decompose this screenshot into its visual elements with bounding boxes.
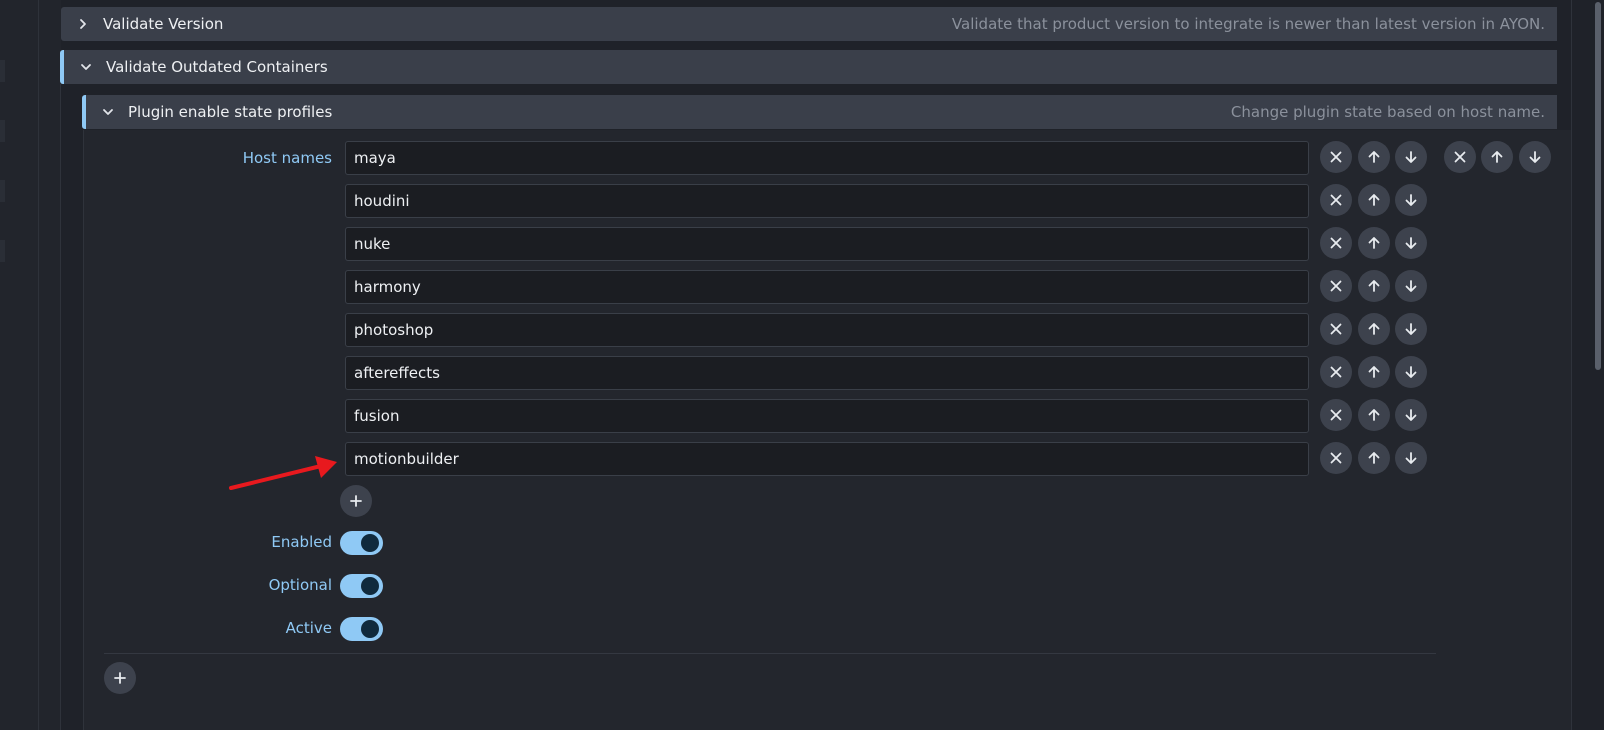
gutter-marker <box>0 180 5 202</box>
enabled-toggle[interactable] <box>340 531 383 555</box>
gutter-marker <box>0 60 5 82</box>
arrow-up-icon <box>1368 323 1380 335</box>
arrow-down-icon <box>1405 194 1417 206</box>
move-host-down-button[interactable] <box>1395 227 1427 259</box>
arrow-down-icon <box>1405 366 1417 378</box>
content-edge <box>1571 0 1572 730</box>
toggle-knob <box>361 534 379 552</box>
move-host-up-button[interactable] <box>1358 442 1390 474</box>
move-profile-down-button[interactable] <box>1519 141 1551 173</box>
arrow-down-icon <box>1405 409 1417 421</box>
section-title: Plugin enable state profiles <box>128 103 333 121</box>
gutter-divider <box>38 0 39 730</box>
gutter-marker <box>0 240 5 262</box>
arrow-up-icon <box>1368 452 1380 464</box>
move-host-down-button[interactable] <box>1395 313 1427 345</box>
host-name-input[interactable] <box>345 227 1309 261</box>
scrollbar-thumb[interactable] <box>1595 2 1601 370</box>
gutter-marker <box>0 120 5 142</box>
toggle-knob <box>361 620 379 638</box>
arrow-up-icon <box>1368 280 1380 292</box>
close-icon <box>1330 151 1342 163</box>
section-title: Validate Outdated Containers <box>106 58 328 76</box>
remove-host-button[interactable] <box>1320 227 1352 259</box>
remove-host-button[interactable] <box>1320 313 1352 345</box>
close-icon <box>1454 151 1466 163</box>
arrow-down-icon <box>1405 151 1417 163</box>
section-description: Change plugin state based on host name. <box>1230 103 1545 121</box>
red-arrow-annotation <box>229 456 337 490</box>
chevron-down-icon <box>78 59 94 75</box>
close-icon <box>1330 452 1342 464</box>
move-profile-up-button[interactable] <box>1481 141 1513 173</box>
host-name-input[interactable] <box>345 442 1309 476</box>
close-icon <box>1330 280 1342 292</box>
move-host-down-button[interactable] <box>1395 442 1427 474</box>
enabled-label: Enabled <box>271 533 332 551</box>
host-name-input[interactable] <box>345 141 1309 175</box>
move-host-down-button[interactable] <box>1395 356 1427 388</box>
active-toggle[interactable] <box>340 617 383 641</box>
host-names-label: Host names <box>242 149 332 167</box>
close-icon <box>1330 237 1342 249</box>
move-host-up-button[interactable] <box>1358 399 1390 431</box>
close-icon <box>1330 366 1342 378</box>
chevron-right-icon <box>75 16 91 32</box>
scrollbar[interactable] <box>1592 0 1604 730</box>
toggle-knob <box>361 577 379 595</box>
move-host-down-button[interactable] <box>1395 399 1427 431</box>
move-host-down-button[interactable] <box>1395 184 1427 216</box>
close-icon <box>1330 194 1342 206</box>
section-title: Validate Version <box>103 15 224 33</box>
move-host-down-button[interactable] <box>1395 141 1427 173</box>
move-host-up-button[interactable] <box>1358 141 1390 173</box>
profile-panel-border <box>83 130 84 730</box>
move-host-up-button[interactable] <box>1358 227 1390 259</box>
arrow-up-icon <box>1368 237 1380 249</box>
add-profile-button[interactable] <box>104 662 136 694</box>
host-name-input[interactable] <box>345 270 1309 304</box>
remove-host-button[interactable] <box>1320 399 1352 431</box>
arrow-up-icon <box>1368 366 1380 378</box>
host-name-input[interactable] <box>345 399 1309 433</box>
move-host-up-button[interactable] <box>1358 356 1390 388</box>
arrow-up-icon <box>1368 194 1380 206</box>
arrow-down-icon <box>1529 151 1541 163</box>
move-host-up-button[interactable] <box>1358 184 1390 216</box>
plus-icon <box>114 672 126 684</box>
arrow-down-icon <box>1405 280 1417 292</box>
move-host-up-button[interactable] <box>1358 270 1390 302</box>
section-description: Validate that product version to integra… <box>951 15 1545 33</box>
plus-icon <box>350 495 362 507</box>
profile-divider <box>104 653 1436 654</box>
section-plugin-enable-state-profiles[interactable]: Plugin enable state profiles Change plug… <box>82 95 1557 129</box>
remove-host-button[interactable] <box>1320 184 1352 216</box>
arrow-up-icon <box>1491 151 1503 163</box>
active-label: Active <box>285 619 332 637</box>
host-name-input[interactable] <box>345 313 1309 347</box>
optional-toggle[interactable] <box>340 574 383 598</box>
chevron-down-icon <box>100 104 116 120</box>
move-host-down-button[interactable] <box>1395 270 1427 302</box>
remove-host-button[interactable] <box>1320 270 1352 302</box>
close-icon <box>1330 323 1342 335</box>
section-validate-version[interactable]: Validate Version Validate that product v… <box>61 7 1557 41</box>
host-name-input[interactable] <box>345 184 1309 218</box>
optional-label: Optional <box>268 576 332 594</box>
arrow-down-icon <box>1405 452 1417 464</box>
section-validate-outdated-containers[interactable]: Validate Outdated Containers <box>60 50 1557 84</box>
remove-host-button[interactable] <box>1320 442 1352 474</box>
arrow-up-icon <box>1368 409 1380 421</box>
arrow-down-icon <box>1405 237 1417 249</box>
close-icon <box>1330 409 1342 421</box>
arrow-up-icon <box>1368 151 1380 163</box>
remove-host-button[interactable] <box>1320 141 1352 173</box>
remove-profile-button[interactable] <box>1444 141 1476 173</box>
host-name-input[interactable] <box>345 356 1309 390</box>
remove-host-button[interactable] <box>1320 356 1352 388</box>
move-host-up-button[interactable] <box>1358 313 1390 345</box>
arrow-down-icon <box>1405 323 1417 335</box>
